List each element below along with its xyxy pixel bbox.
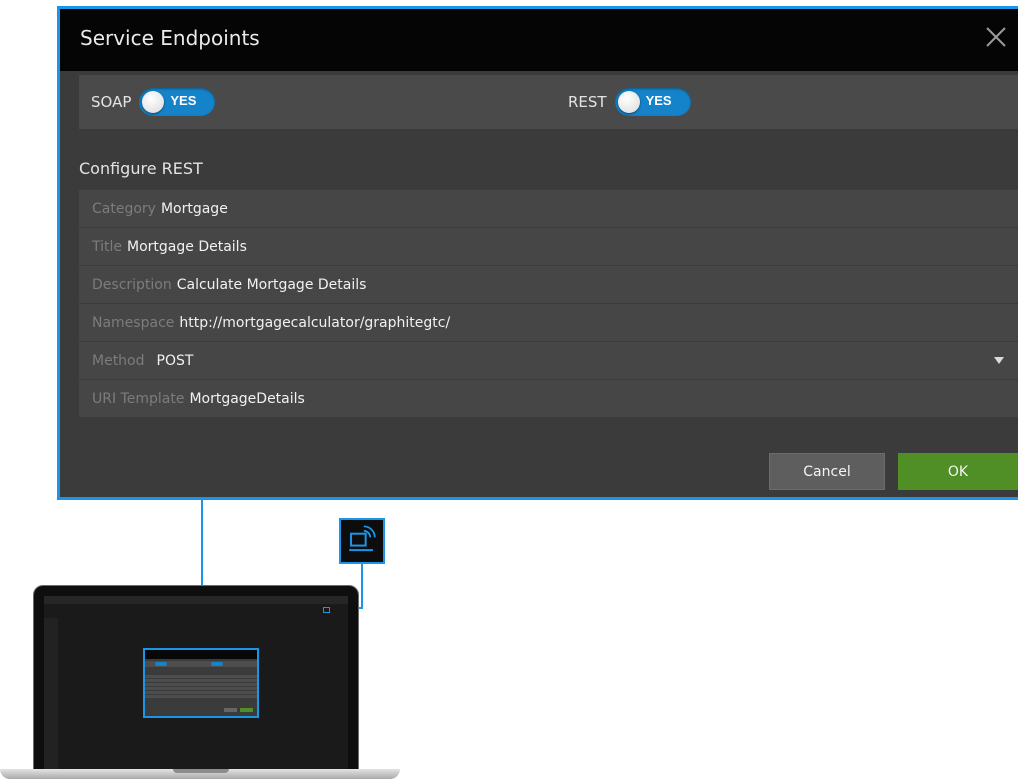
title-value: Mortgage Details bbox=[127, 238, 247, 255]
laptop-illustration bbox=[0, 585, 400, 780]
mini-dialog-titlebar bbox=[145, 650, 257, 659]
rest-config-fields: Category Mortgage Title Mortgage Details… bbox=[79, 190, 1018, 418]
rest-switch[interactable]: YES bbox=[614, 88, 691, 116]
method-value: POST bbox=[156, 352, 194, 369]
method-label: Method bbox=[92, 352, 145, 369]
service-endpoints-dialog: Service Endpoints SOAP YES REST YES Conf… bbox=[57, 6, 1018, 500]
soap-switch[interactable]: YES bbox=[139, 88, 216, 116]
configure-rest-heading: Configure REST bbox=[79, 159, 203, 178]
category-value: Mortgage bbox=[160, 200, 228, 217]
close-icon[interactable] bbox=[980, 21, 1012, 53]
laptop-screen bbox=[44, 596, 348, 771]
mini-app-sidebar bbox=[44, 618, 58, 771]
cancel-button[interactable]: Cancel bbox=[769, 453, 885, 490]
category-label: Category bbox=[92, 200, 156, 217]
rest-endpoint-icon bbox=[339, 518, 385, 564]
title-label: Title bbox=[92, 238, 123, 255]
soap-toggle[interactable]: SOAP YES bbox=[91, 88, 216, 116]
mini-app-bar bbox=[44, 596, 348, 604]
soap-switch-knob bbox=[142, 91, 165, 113]
mini-field-row bbox=[145, 675, 257, 678]
mini-rest-icon-highlight bbox=[323, 607, 330, 613]
method-dropdown[interactable]: Method POST bbox=[79, 342, 1018, 379]
uri-template-label: URI Template bbox=[92, 390, 185, 407]
category-field[interactable]: Category Mortgage bbox=[79, 190, 1018, 227]
uri-template-value: MortgageDetails bbox=[189, 390, 305, 407]
ok-button[interactable]: OK bbox=[898, 453, 1018, 490]
rest-toggle[interactable]: REST YES bbox=[568, 88, 691, 116]
description-field[interactable]: Description Calculate Mortgage Details bbox=[79, 266, 1018, 303]
dialog-titlebar: Service Endpoints bbox=[60, 9, 1018, 71]
description-value: Calculate Mortgage Details bbox=[176, 276, 367, 293]
title-field[interactable]: Title Mortgage Details bbox=[79, 228, 1018, 265]
uri-template-field[interactable]: URI Template MortgageDetails bbox=[79, 380, 1018, 417]
rest-label: REST bbox=[568, 93, 607, 111]
endpoint-toggle-row: SOAP YES REST YES bbox=[79, 75, 1018, 129]
rest-switch-state: YES bbox=[645, 93, 672, 108]
caret-down-icon[interactable] bbox=[994, 357, 1004, 364]
mini-field-row bbox=[145, 691, 257, 694]
mini-rest-switch bbox=[211, 662, 223, 666]
mini-field-row bbox=[145, 683, 257, 686]
mini-field-row bbox=[145, 679, 257, 682]
soap-label: SOAP bbox=[91, 93, 132, 111]
laptop-lid bbox=[33, 585, 359, 771]
soap-switch-state: YES bbox=[170, 93, 197, 108]
mini-field-row bbox=[145, 695, 257, 698]
mini-dialog-thumbnail bbox=[143, 648, 259, 718]
rest-switch-knob bbox=[617, 91, 640, 113]
mini-soap-switch bbox=[155, 662, 167, 666]
description-label: Description bbox=[92, 276, 172, 293]
mini-field-row bbox=[145, 687, 257, 690]
mini-cancel-button bbox=[224, 708, 237, 712]
dialog-title: Service Endpoints bbox=[80, 26, 260, 50]
namespace-label: Namespace bbox=[92, 314, 175, 331]
namespace-field[interactable]: Namespace http://mortgagecalculator/grap… bbox=[79, 304, 1018, 341]
laptop-notch bbox=[173, 769, 229, 773]
namespace-value: http://mortgagecalculator/graphitegtc/ bbox=[179, 314, 451, 331]
mini-ok-button bbox=[240, 708, 253, 712]
